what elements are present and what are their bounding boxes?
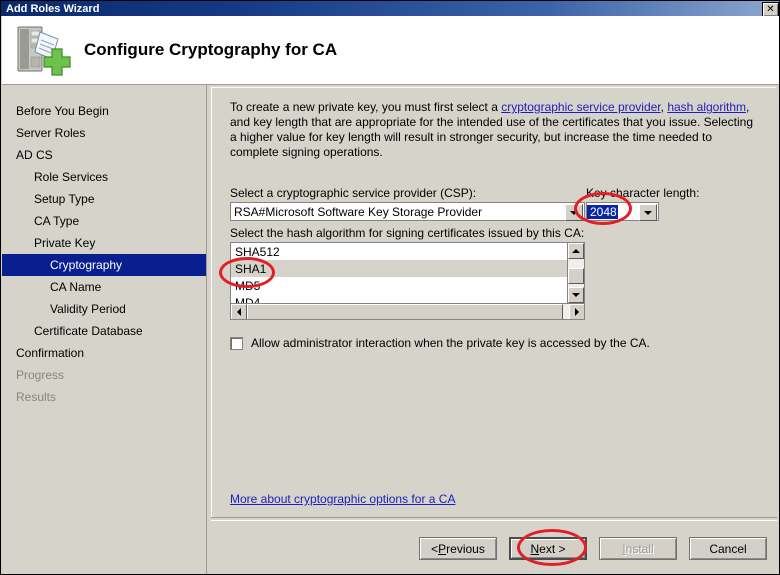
sidebar-item-ca-type[interactable]: CA Type	[2, 210, 206, 232]
sidebar-item-certificate-database[interactable]: Certificate Database	[2, 320, 206, 342]
scroll-right-icon[interactable]	[569, 303, 584, 319]
sidebar-item-label: Progress	[16, 368, 65, 382]
vscroll-track-top[interactable]	[568, 259, 584, 268]
intro-text-part1: To create a new private key, you must fi…	[230, 100, 502, 114]
admin-interaction-checkbox[interactable]	[230, 336, 243, 350]
add-roles-wizard-window: Add Roles Wizard ✕ Configure Cryptograph…	[0, 0, 780, 575]
hscroll-thumb[interactable]	[247, 303, 563, 319]
sidebar-item-ca-name[interactable]: CA Name	[2, 276, 206, 298]
sidebar-item-label: Private Key	[34, 236, 96, 250]
sidebar-item-label: Confirmation	[16, 346, 85, 360]
csp-help-link[interactable]: cryptographic service provider	[501, 100, 660, 114]
listbox-vertical-scrollbar[interactable]	[567, 243, 584, 303]
hash-item-label: SHA1	[235, 261, 267, 276]
sidebar-item-setup-type[interactable]: Setup Type	[2, 188, 206, 210]
sidebar-item-label: CA Name	[50, 280, 102, 294]
sidebar-item-progress: Progress	[2, 364, 206, 386]
sidebar-item-label: Certificate Database	[34, 324, 143, 338]
sidebar-item-cryptography[interactable]: Cryptography	[2, 254, 206, 276]
server-certificate-add-icon	[14, 23, 72, 77]
button-bar-separator	[211, 517, 777, 521]
main-panel: To create a new private key, you must fi…	[207, 85, 779, 574]
more-info-link-row: More about cryptographic options for a C…	[230, 492, 455, 506]
next-button[interactable]: Next >	[509, 537, 587, 560]
sidebar-item-validity-period[interactable]: Validity Period	[2, 298, 206, 320]
wizard-header: Configure Cryptography for CA	[2, 16, 779, 85]
hash-item-sha1[interactable]: SHA1	[231, 260, 584, 277]
sidebar-item-private-key[interactable]: Private Key	[2, 232, 206, 254]
sidebar-item-label: Role Services	[34, 170, 109, 184]
csp-label: Select a cryptographic service provider …	[230, 186, 477, 200]
sidebar-item-label: Validity Period	[50, 302, 126, 316]
sidebar-item-results: Results	[2, 386, 206, 408]
install-button: Install	[599, 537, 677, 560]
listbox-horizontal-scrollbar[interactable]	[231, 303, 584, 319]
hash-item-sha512[interactable]: SHA512	[231, 243, 584, 260]
button-bar: < Previous Next > Install Cancel	[207, 526, 779, 571]
intro-text: To create a new private key, you must fi…	[230, 100, 762, 160]
sidebar-item-label: Server Roles	[16, 126, 86, 140]
scroll-left-icon[interactable]	[231, 303, 247, 319]
wizard-steps-sidebar: Before You Begin Server Roles AD CS Role Se…	[2, 85, 207, 574]
sidebar-item-label: CA Type	[34, 214, 80, 228]
more-about-cryptographic-options-link[interactable]: More about cryptographic options for a C…	[230, 492, 455, 506]
hash-algorithm-items: SHA512SHA1MD5MD4	[231, 243, 584, 311]
admin-interaction-label: Allow administrator interaction when the…	[251, 336, 650, 350]
close-icon[interactable]: ✕	[762, 2, 779, 17]
hash-item-md5[interactable]: MD5	[231, 277, 584, 294]
chevron-down-icon[interactable]	[565, 204, 583, 221]
csp-combobox[interactable]: RSA#Microsoft Software Key Storage Provi…	[230, 202, 585, 221]
key-length-value: 2048	[587, 204, 618, 219]
csp-value: RSA#Microsoft Software Key Storage Provi…	[234, 204, 483, 219]
sidebar-item-before-you-begin[interactable]: Before You Begin	[2, 100, 206, 122]
sidebar-item-confirmation[interactable]: Confirmation	[2, 342, 206, 364]
title-bar: Add Roles Wizard ✕	[1, 1, 779, 17]
sidebar-item-role-services[interactable]: Role Services	[2, 166, 206, 188]
sidebar-item-label: Cryptography	[50, 258, 123, 272]
sidebar-item-label: Before You Begin	[16, 104, 109, 118]
window-title: Add Roles Wizard	[6, 2, 100, 15]
cancel-button[interactable]: Cancel	[689, 537, 767, 560]
scroll-up-icon[interactable]	[568, 243, 584, 259]
chevron-down-icon[interactable]	[639, 204, 657, 221]
sidebar-item-label: Setup Type	[34, 192, 95, 206]
main-panel-inner: To create a new private key, you must fi…	[211, 87, 776, 518]
hash-algorithm-help-link[interactable]: hash algorithm	[667, 100, 746, 114]
sidebar-item-label: AD CS	[16, 148, 53, 162]
admin-interaction-checkbox-row[interactable]: Allow administrator interaction when the…	[230, 336, 650, 350]
page-title: Configure Cryptography for CA	[84, 40, 338, 59]
sidebar-item-server-roles[interactable]: Server Roles	[2, 122, 206, 144]
sidebar-item-ad-cs[interactable]: AD CS	[2, 144, 206, 166]
sidebar-item-label: Results	[16, 390, 57, 404]
hash-algorithm-listbox[interactable]: SHA512SHA1MD5MD4	[230, 242, 585, 320]
hash-algorithm-label: Select the hash algorithm for signing ce…	[230, 226, 585, 240]
hash-item-label: MD5	[235, 278, 261, 293]
scroll-down-icon[interactable]	[568, 287, 584, 303]
previous-button[interactable]: < Previous	[419, 537, 497, 560]
wizard-step-list: Before You Begin Server Roles AD CS Role Se…	[2, 85, 206, 408]
hash-item-label: SHA512	[235, 244, 280, 259]
vscroll-thumb[interactable]	[568, 268, 584, 284]
key-length-label: Key character length:	[586, 186, 700, 200]
key-length-combobox[interactable]: 2048	[586, 202, 659, 221]
